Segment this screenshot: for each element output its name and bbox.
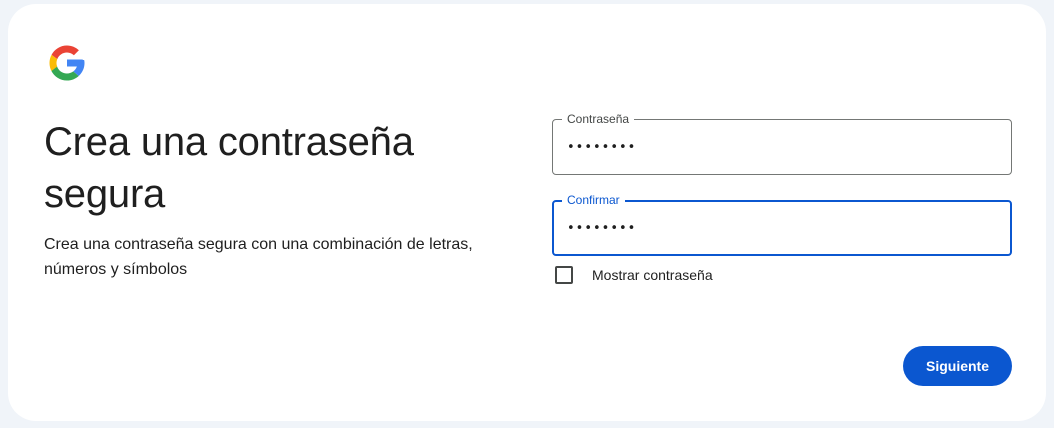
show-password-checkbox[interactable] <box>555 266 573 284</box>
signup-card: Crea una contraseña segura Crea una cont… <box>8 4 1046 421</box>
confirm-password-input[interactable] <box>567 215 987 241</box>
password-field-label: Contraseña <box>562 111 635 127</box>
password-field[interactable]: Contraseña <box>552 111 1012 175</box>
confirm-password-field[interactable]: Confirmar <box>552 192 1012 256</box>
password-input[interactable] <box>567 134 987 160</box>
google-logo-icon <box>49 45 85 81</box>
show-password-label[interactable]: Mostrar contraseña <box>592 266 713 284</box>
page-title: Crea una contraseña segura <box>44 120 414 216</box>
next-button[interactable]: Siguiente <box>903 346 1012 386</box>
page-subtitle: Crea una contraseña segura con una combi… <box>44 236 473 278</box>
confirm-password-field-label: Confirmar <box>562 192 625 208</box>
